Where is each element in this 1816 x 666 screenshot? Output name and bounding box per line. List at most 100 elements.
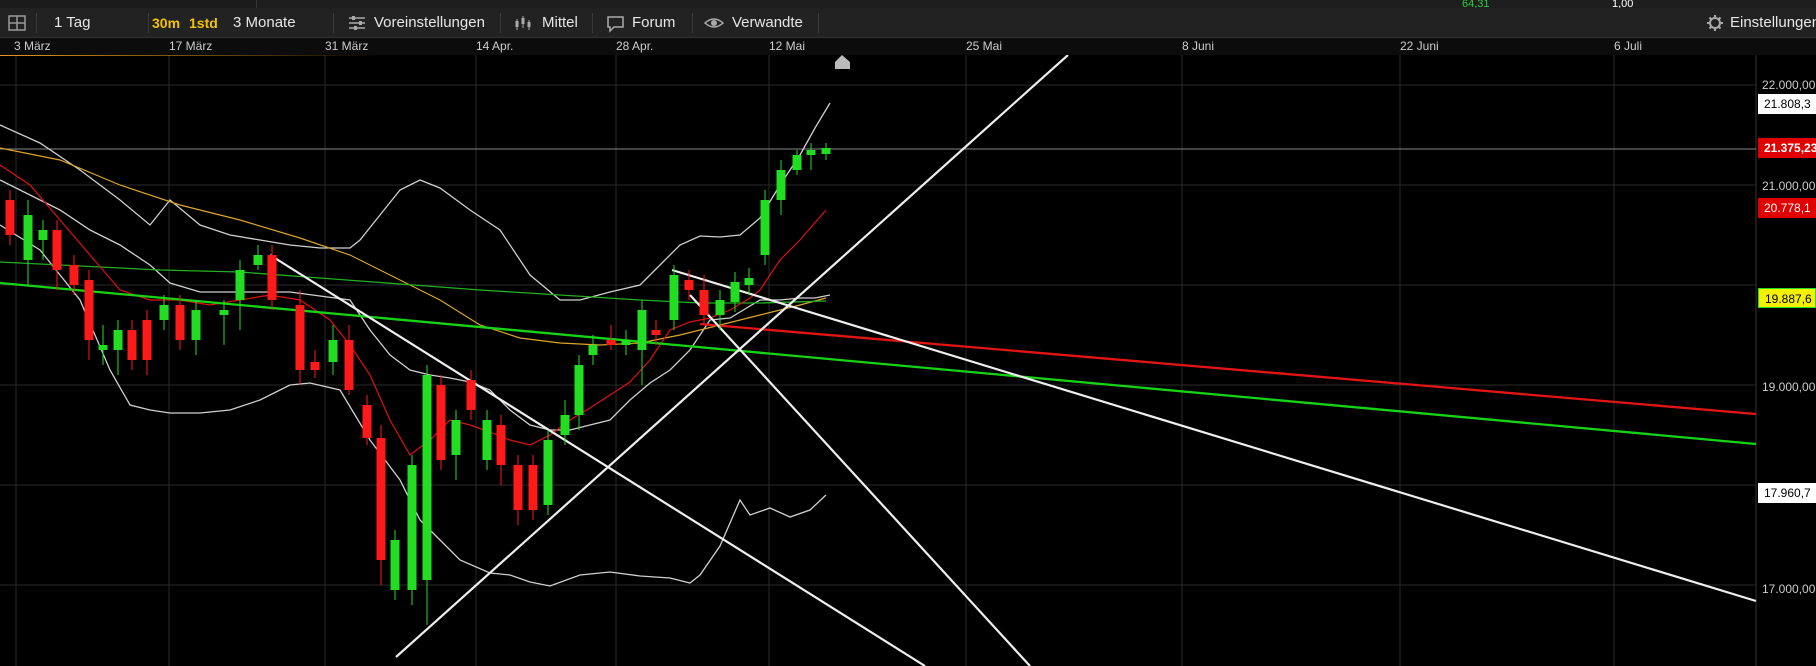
candle-body — [637, 310, 647, 350]
date-axis: 3 März 17 März 31 März 14 Apr. 28 Apr. 1… — [0, 38, 1816, 55]
toolbar-divider — [500, 13, 501, 33]
date-label: 28 Apr. — [616, 39, 654, 53]
candle-body — [806, 150, 816, 155]
average-button[interactable]: Mittel — [542, 8, 578, 38]
candle-body — [390, 540, 400, 590]
moving-average-yellow — [0, 147, 827, 346]
candle-body — [776, 170, 786, 200]
white-trendlines — [269, 55, 1757, 666]
candle-body — [669, 275, 679, 320]
candle-body — [5, 200, 15, 235]
chart-toolbar: 1 Tag 30m 1std 3 Monate Voreinstellungen… — [0, 8, 1816, 38]
candle-body — [466, 380, 476, 410]
top-strip-value-left: 64,31 — [1462, 0, 1490, 10]
candle-body — [436, 385, 446, 460]
toolbar-divider — [36, 13, 37, 33]
candles — [5, 143, 831, 625]
toolbar-divider — [333, 13, 334, 33]
red-trendline — [699, 322, 1757, 416]
candle-body — [235, 270, 245, 300]
related-button[interactable]: Verwandte — [732, 8, 803, 38]
date-label: 25 Mai — [966, 39, 1003, 53]
sliders-icon[interactable] — [347, 8, 367, 38]
date-label: 8 Juni — [1182, 39, 1215, 53]
candle-body — [588, 345, 598, 355]
candle-body — [744, 278, 754, 285]
candle-body — [98, 345, 108, 350]
candle-body — [52, 230, 62, 270]
candle-body — [699, 290, 709, 315]
candle-body — [482, 420, 492, 460]
candle-body — [792, 155, 802, 170]
candle-body — [175, 305, 185, 340]
candle-body — [219, 310, 229, 315]
scroll-marker-icon — [835, 55, 850, 69]
candle-body — [621, 340, 631, 345]
bollinger-upper — [0, 102, 831, 301]
candle-body — [451, 420, 461, 455]
date-label: 22 Juni — [1400, 39, 1439, 53]
candle-body — [496, 425, 506, 465]
toolbar-divider — [148, 13, 149, 33]
toolbar-divider — [592, 13, 593, 33]
quick-interval-1std[interactable]: 1std — [189, 8, 218, 38]
candle-body — [295, 305, 305, 370]
candle-body — [113, 330, 123, 350]
upper-band-price-tag: 21.808,3 — [1758, 94, 1816, 114]
candle-body — [821, 148, 831, 154]
toolbar-divider — [692, 13, 693, 33]
candle-body — [23, 215, 33, 260]
forum-button[interactable]: Forum — [632, 8, 675, 38]
gear-icon[interactable] — [1706, 8, 1724, 38]
candle-body — [328, 340, 338, 362]
green-trendline — [0, 281, 1757, 446]
candle-body — [528, 465, 538, 510]
price-label: 19.000,00 — [1762, 380, 1816, 394]
candle-body — [362, 405, 372, 438]
candle-body — [715, 300, 725, 315]
toolbar-divider — [818, 13, 819, 33]
indicator-chart-icon[interactable] — [514, 8, 536, 38]
candle-body — [407, 465, 417, 590]
candle-body — [760, 200, 770, 255]
date-label: 31 März — [325, 39, 369, 53]
candle-body — [159, 305, 169, 320]
forum-speech-bubble-icon[interactable] — [606, 8, 626, 38]
ma-price-tag: 19.887,6 — [1758, 288, 1816, 308]
interval-selector[interactable]: 1 Tag — [54, 8, 90, 38]
top-strip: 64,31 1,00 — [0, 0, 1816, 10]
candle-body — [310, 362, 320, 370]
settings-button[interactable]: Einstellungen — [1730, 8, 1816, 38]
top-strip-panel — [256, 0, 1816, 8]
candle-body — [84, 280, 94, 340]
candle-body — [127, 330, 137, 360]
candle-body — [376, 438, 386, 560]
last-price-tag: 21.375,23 — [1758, 138, 1816, 158]
quick-interval-30m[interactable]: 30m — [152, 8, 180, 38]
date-label: 3 März — [14, 39, 51, 53]
price-label: 22.000,00 — [1762, 78, 1816, 92]
candle-body — [267, 255, 277, 300]
candle-body — [422, 375, 432, 580]
grid — [0, 55, 1756, 666]
candle-body — [543, 440, 553, 505]
price-label: 21.000,00 — [1762, 179, 1816, 193]
candle-body — [651, 330, 661, 335]
candle-body — [344, 340, 354, 390]
presets-button[interactable]: Voreinstellungen — [374, 8, 485, 38]
candle-body — [560, 415, 570, 435]
red-ma-price-tag: 20.778,1 — [1758, 198, 1816, 218]
candle-body — [730, 282, 740, 302]
top-strip-value-right: 1,00 — [1612, 0, 1634, 10]
candle-body — [253, 255, 263, 265]
layout-grid-icon[interactable] — [8, 8, 28, 38]
date-label: 12 Mai — [769, 39, 806, 53]
date-label: 17 März — [169, 39, 213, 53]
candlestick-chart[interactable] — [0, 55, 1816, 666]
candle-body — [684, 280, 694, 290]
price-label: 17.000,00 — [1762, 582, 1816, 596]
range-selector[interactable]: 3 Monate — [233, 8, 296, 38]
date-label: 14 Apr. — [476, 39, 514, 53]
candle-body — [142, 320, 152, 360]
eye-icon[interactable] — [703, 8, 725, 38]
